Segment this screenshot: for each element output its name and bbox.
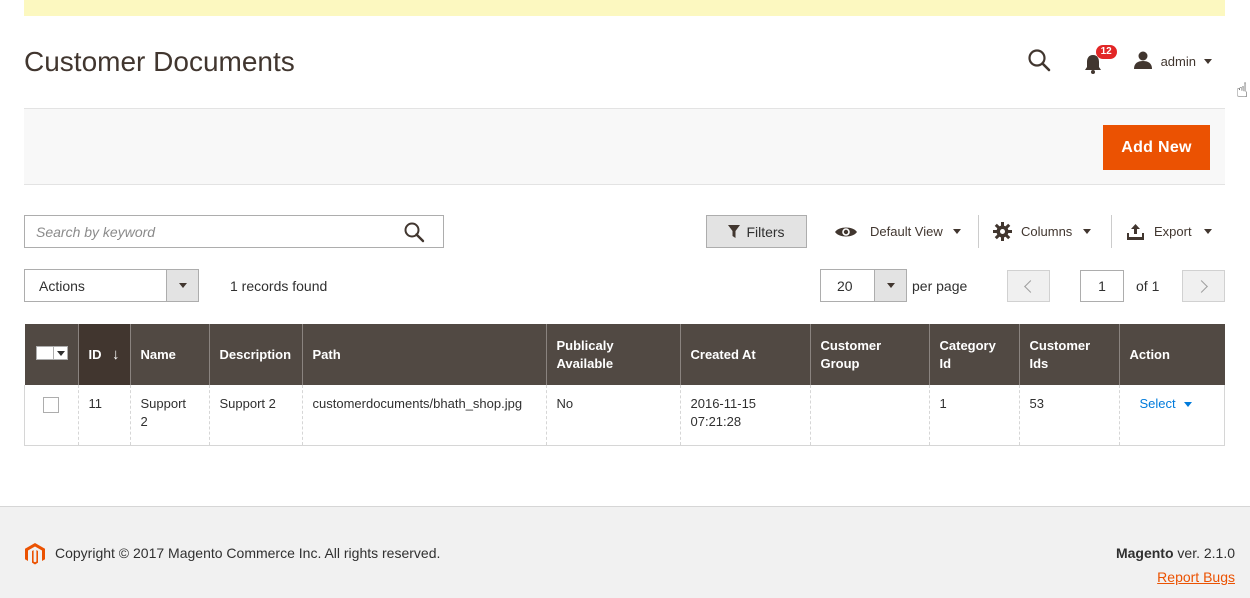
user-menu[interactable]: admin — [1133, 50, 1212, 73]
column-category-label-1: Category — [939, 337, 996, 353]
chevron-down-icon — [1203, 229, 1212, 234]
cell-created-time: 07:21:28 — [690, 414, 742, 429]
per-page-select[interactable]: 20 — [820, 269, 907, 302]
current-page-input[interactable] — [1080, 270, 1124, 302]
column-header-description[interactable]: Description — [208, 324, 302, 385]
add-new-button[interactable]: Add New — [1103, 125, 1210, 170]
header-actions: 12 admin — [1027, 45, 1212, 76]
row-checkbox[interactable] — [43, 397, 59, 413]
column-header-category-id[interactable]: Category Id — [928, 324, 1019, 385]
column-id-label: ID — [88, 346, 102, 362]
cell-name: Support 2 — [129, 385, 209, 446]
copyright-text: Copyright © 2017 Magento Commerce Inc. A… — [55, 545, 441, 561]
global-search-icon[interactable] — [1027, 48, 1053, 74]
export-icon — [1127, 223, 1144, 240]
version-info: Magento ver. 2.1.0 — [1116, 545, 1235, 561]
filters-button[interactable]: Filters — [706, 215, 807, 248]
default-view-dropdown[interactable]: Default View — [834, 215, 961, 248]
cell-description: Support 2 — [208, 385, 302, 446]
user-name: admin — [1160, 53, 1196, 69]
table-row: 11 Support 2 Support 2 customerdocuments… — [24, 385, 1225, 446]
export-dropdown[interactable]: Export — [1127, 215, 1212, 248]
eye-icon — [834, 225, 858, 239]
hand-cursor-icon: ☝ — [1236, 80, 1249, 102]
page-actions-bar: Add New — [24, 108, 1225, 185]
cell-category-id: 1 — [928, 385, 1019, 446]
magento-logo-icon — [25, 543, 45, 568]
default-view-label: Default View — [870, 224, 943, 239]
chevron-left-icon — [1024, 280, 1037, 293]
column-header-id[interactable]: ID ↓ — [77, 324, 130, 385]
cell-customer-ids: 53 — [1018, 385, 1119, 446]
row-action-select[interactable]: Select — [1140, 395, 1192, 413]
mass-actions-select[interactable]: Actions — [24, 269, 199, 302]
total-pages-label: of 1 — [1136, 278, 1160, 294]
version-text: ver. 2.1.0 — [1173, 545, 1235, 561]
report-bugs-link[interactable]: Report Bugs — [1157, 569, 1235, 585]
column-header-created-at[interactable]: Created At — [679, 324, 810, 385]
cell-name-line-1: Support — [140, 396, 187, 411]
toolbar-divider — [978, 215, 979, 248]
column-group-label-1: Customer — [820, 337, 882, 353]
grid-header-row: ID ↓ Name Description Path Publicaly Ava… — [24, 324, 1225, 385]
page-title: Customer Documents — [24, 46, 295, 77]
cell-id: 11 — [77, 385, 130, 446]
cell-name-line-2: 2 — [140, 414, 148, 429]
toolbar-divider — [1111, 215, 1112, 248]
notice-bar — [24, 0, 1225, 16]
cell-public: No — [545, 385, 680, 446]
next-page-button[interactable] — [1182, 270, 1225, 302]
columns-dropdown[interactable]: Columns — [993, 215, 1092, 248]
column-group-label-2: Group — [820, 355, 860, 371]
row-action-label: Select — [1139, 396, 1176, 411]
mass-select-control[interactable] — [35, 345, 68, 360]
chevron-down-icon — [52, 346, 67, 359]
filter-icon — [728, 225, 741, 238]
chevron-down-icon — [1204, 58, 1212, 64]
column-header-path[interactable]: Path — [301, 324, 546, 385]
column-header-public[interactable]: Publicaly Available — [545, 324, 680, 385]
user-icon — [1133, 50, 1153, 73]
cell-created-at: 2016-11-15 07:21:28 — [679, 385, 810, 446]
keyword-search — [24, 215, 444, 248]
column-header-customer-group[interactable]: Customer Group — [809, 324, 929, 385]
per-page-value: 20 — [837, 278, 853, 294]
notifications-bell-icon[interactable]: 12 — [1083, 45, 1117, 74]
mass-actions-label: Actions — [39, 278, 85, 294]
records-found: 1 records found — [230, 278, 328, 294]
chevron-right-icon — [1195, 280, 1208, 293]
prev-page-button[interactable] — [1007, 270, 1050, 302]
column-ids-label-1: Customer — [1029, 337, 1091, 353]
chevron-down-icon — [1183, 401, 1192, 407]
column-header-customer-ids[interactable]: Customer Ids — [1018, 324, 1119, 385]
cell-path: customerdocuments/bhath_shop.jpg — [301, 385, 546, 446]
column-public-label-2: Available — [556, 355, 614, 371]
cell-action: Select — [1118, 385, 1225, 446]
filters-label: Filters — [746, 223, 785, 240]
columns-label: Columns — [1021, 224, 1073, 239]
search-input[interactable] — [25, 216, 395, 247]
column-category-label-2: Id — [939, 355, 952, 371]
cell-customer-group — [809, 385, 929, 446]
chevron-down-icon — [874, 270, 906, 301]
chevron-down-icon — [952, 229, 961, 234]
page-footer: Copyright © 2017 Magento Commerce Inc. A… — [0, 506, 1250, 598]
row-select-cell — [24, 385, 78, 446]
brand-name: Magento — [1115, 545, 1174, 561]
cell-created-date: 2016-11-15 — [690, 396, 757, 411]
per-page-label: per page — [912, 278, 968, 294]
column-header-name[interactable]: Name — [129, 324, 209, 385]
mass-select-header[interactable] — [24, 324, 78, 385]
chevron-down-icon — [166, 270, 198, 301]
notifications-count-badge: 12 — [1095, 45, 1117, 59]
chevron-down-icon — [1083, 229, 1092, 234]
column-header-action: Action — [1118, 324, 1225, 385]
column-ids-label-2: Ids — [1029, 355, 1049, 371]
export-label: Export — [1154, 224, 1192, 239]
search-icon[interactable] — [403, 221, 425, 246]
sort-arrow-icon: ↓ — [112, 345, 120, 363]
column-public-label-1: Publicaly — [556, 337, 614, 353]
gear-icon — [993, 222, 1012, 241]
documents-grid: ID ↓ Name Description Path Publicaly Ava… — [24, 324, 1225, 446]
